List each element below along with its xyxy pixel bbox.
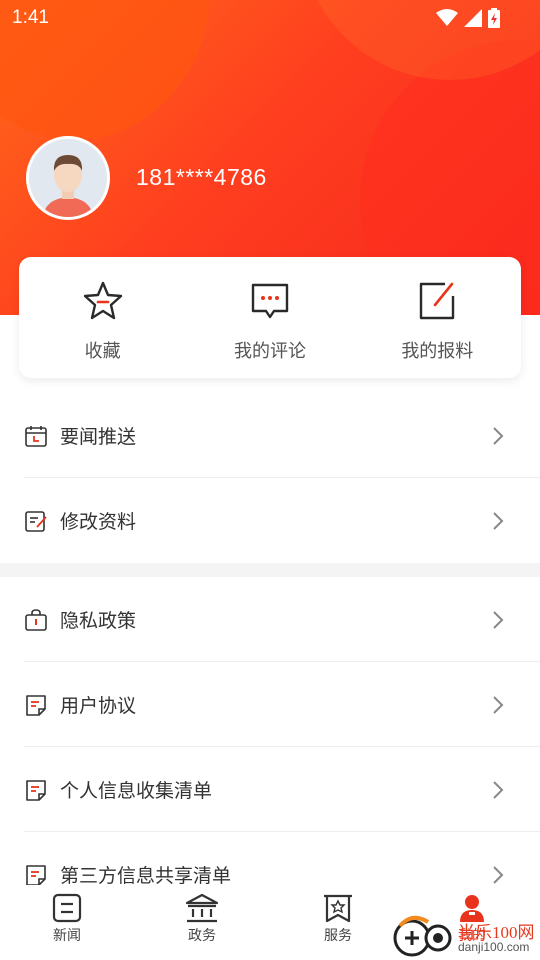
calendar-icon — [25, 425, 47, 447]
menu-group-1: 要闻推送 修改资料 — [0, 393, 540, 563]
menu-item-user-agreement[interactable]: 用户协议 — [0, 662, 540, 747]
chevron-right-icon — [493, 780, 504, 799]
signal-icon — [464, 9, 482, 27]
quick-actions-card: 收藏 我的评论 我的报料 — [19, 257, 521, 378]
wifi-icon — [436, 9, 458, 26]
document-icon — [26, 864, 46, 886]
document-icon — [26, 779, 46, 801]
chevron-right-icon — [493, 511, 504, 530]
favorites-button[interactable]: 收藏 — [19, 257, 186, 378]
avatar-icon — [29, 139, 107, 217]
menu-item-news-push[interactable]: 要闻推送 — [0, 393, 540, 478]
star-icon — [83, 281, 122, 320]
menu-item-edit-profile[interactable]: 修改资料 — [0, 478, 540, 563]
section-divider — [0, 563, 540, 577]
status-time: 1:41 — [12, 7, 49, 28]
nav-label: 服务 — [324, 928, 352, 944]
my-reports-button[interactable]: 我的报料 — [354, 257, 521, 378]
edit-icon — [420, 282, 455, 320]
menu-label: 个人信息收集清单 — [60, 780, 213, 802]
status-icons — [436, 8, 500, 28]
chevron-right-icon — [493, 865, 504, 884]
menu-label: 隐私政策 — [60, 610, 137, 632]
document-icon — [26, 694, 46, 716]
battery-icon — [488, 8, 500, 28]
avatar[interactable] — [26, 136, 110, 220]
nav-service[interactable]: 服务 — [288, 893, 388, 945]
chevron-right-icon — [493, 695, 504, 714]
quick-action-label: 我的评论 — [233, 341, 306, 362]
edit-doc-icon — [25, 510, 47, 532]
menu-item-privacy-policy[interactable]: 隐私政策 — [0, 577, 540, 662]
nav-government[interactable]: 政务 — [152, 893, 252, 945]
comment-icon — [251, 283, 289, 319]
menu-label: 第三方信息共享清单 — [60, 865, 232, 887]
government-icon — [185, 893, 219, 923]
lock-bag-icon — [25, 608, 47, 631]
chevron-right-icon — [493, 426, 504, 445]
news-icon — [52, 893, 82, 923]
nav-label: 新闻 — [53, 928, 81, 944]
menu-label: 修改资料 — [60, 511, 137, 533]
username[interactable]: 181****4786 — [136, 164, 267, 191]
quick-action-label: 收藏 — [84, 341, 121, 362]
my-comments-button[interactable]: 我的评论 — [186, 257, 353, 378]
watermark-logo-icon — [393, 915, 452, 957]
watermark: 当乐100网 danji100.com — [392, 910, 540, 960]
quick-action-label: 我的报料 — [401, 341, 474, 362]
menu-group-2: 隐私政策 用户协议 个人信息收集清单 第三方信息共享清单 — [0, 577, 540, 917]
menu-label: 要闻推送 — [60, 426, 137, 448]
nav-news[interactable]: 新闻 — [17, 893, 117, 945]
menu-label: 用户协议 — [60, 695, 137, 717]
status-bar: 1:41 — [0, 0, 540, 36]
service-icon — [324, 894, 352, 923]
chevron-right-icon — [493, 610, 504, 629]
watermark-url: danji100.com — [458, 940, 530, 954]
nav-label: 政务 — [188, 928, 216, 944]
menu-item-personal-info-list[interactable]: 个人信息收集清单 — [0, 747, 540, 832]
